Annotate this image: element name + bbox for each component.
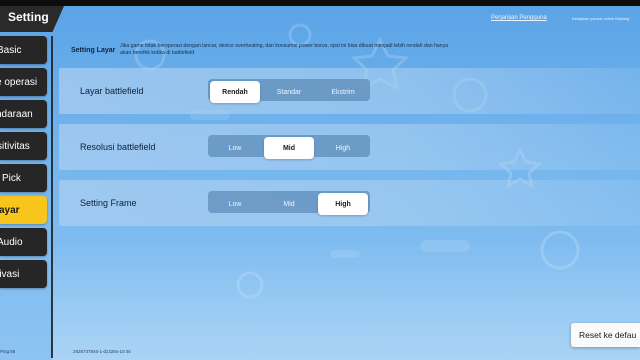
setting-row-frame: Setting Frame Low Mid High xyxy=(59,180,640,226)
floor-gradient xyxy=(52,240,640,360)
sidebar-item-label: rivasi xyxy=(0,268,20,280)
option-low[interactable]: Low xyxy=(210,193,260,215)
sidebar-item-label: Audio xyxy=(0,236,23,248)
section-description: Jika game tidak beroperasi dengan lancar… xyxy=(120,43,449,56)
sidebar-divider xyxy=(51,36,53,358)
option-high[interactable]: High xyxy=(318,193,368,215)
option-mid[interactable]: Mid xyxy=(264,193,314,215)
privacy-policy-link[interactable]: Kebijakan privasi online Bidilung xyxy=(572,16,629,21)
top-frame-bar xyxy=(0,0,640,6)
page-title: Setting xyxy=(8,10,49,24)
sidebar-item-label: Basic xyxy=(0,44,22,56)
sidebar-item-basic[interactable]: Basic xyxy=(0,36,47,64)
sidebar-item-label: ndaraan xyxy=(0,108,33,120)
option-high[interactable]: High xyxy=(318,137,368,159)
quality-segmented-control: Rendah Standar Ekstrim xyxy=(208,79,370,103)
setting-label: Layar battlefield xyxy=(80,86,144,96)
setting-row-resolusi-battlefield: Resolusi battlefield Low Mid High xyxy=(59,124,640,170)
setting-row-layar-battlefield: Layar battlefield Rendah Standar Ekstrim xyxy=(59,68,640,114)
sidebar-item-operasi[interactable]: e operasi xyxy=(0,68,47,96)
option-rendah[interactable]: Rendah xyxy=(210,81,260,103)
option-standar[interactable]: Standar xyxy=(264,81,314,103)
sidebar-item-label: sitivitas xyxy=(0,140,30,152)
reset-default-button[interactable]: Reset ke defau xyxy=(571,323,640,347)
sidebar-item-label: e operasi xyxy=(0,76,38,88)
sidebar-item-label: Pick xyxy=(2,172,21,184)
setting-label: Setting Frame xyxy=(80,198,137,208)
option-ekstrim[interactable]: Ekstrim xyxy=(318,81,368,103)
sidebar-item-label: ayar xyxy=(0,204,20,216)
ping-readout: Ping:56 xyxy=(0,349,16,354)
sidebar-item-privasi[interactable]: rivasi xyxy=(0,260,47,288)
option-low[interactable]: Low xyxy=(210,137,260,159)
section-label: Setting Layar xyxy=(71,47,116,54)
user-agreement-link[interactable]: Perjanjian Pengguna xyxy=(491,15,547,21)
sidebar-item-sensitivitas[interactable]: sitivitas xyxy=(0,132,47,160)
sidebar-item-audio[interactable]: Audio xyxy=(0,228,47,256)
session-id: 2826737846-1-dz328s-10:46 xyxy=(73,349,131,354)
sidebar-item-pick[interactable]: Pick xyxy=(0,164,47,192)
resolution-segmented-control: Low Mid High xyxy=(208,135,370,159)
frame-segmented-control: Low Mid High xyxy=(208,191,370,215)
option-mid[interactable]: Mid xyxy=(264,137,314,159)
setting-label: Resolusi battlefield xyxy=(80,142,156,152)
sidebar-item-kendaraan[interactable]: ndaraan xyxy=(0,100,47,128)
sidebar-item-layar[interactable]: ayar xyxy=(0,196,47,224)
